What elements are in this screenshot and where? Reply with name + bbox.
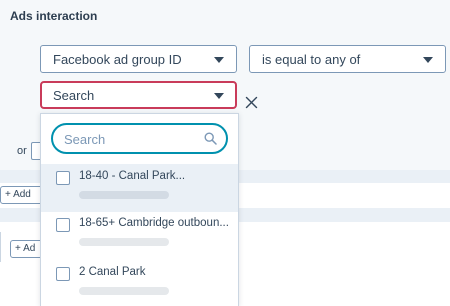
operator-select-value: is equal to any of (262, 52, 361, 67)
value-select[interactable]: Search (40, 81, 237, 109)
value-select-label: Search (53, 88, 95, 103)
option-label: 18-65+ Cambridge outboun... (79, 217, 229, 229)
search-input[interactable] (64, 130, 194, 148)
field-select[interactable]: Facebook ad group ID (40, 45, 237, 73)
or-label: or (17, 145, 27, 157)
option-subtext-placeholder (79, 287, 169, 295)
field-select-value: Facebook ad group ID (53, 52, 182, 67)
dropdown-option[interactable]: 18-40 - Canal Park... (41, 164, 238, 212)
option-checkbox[interactable] (56, 267, 70, 281)
caret-down-icon (214, 93, 224, 99)
option-subtext-placeholder (79, 238, 169, 246)
caret-down-icon (214, 57, 224, 63)
option-checkbox[interactable] (56, 171, 70, 185)
divider (0, 232, 1, 262)
dropdown-option[interactable]: 2 Canal Park (41, 260, 238, 306)
dropdown-search[interactable] (51, 123, 228, 154)
add-filter-group-button[interactable]: + Ad (10, 240, 44, 258)
caret-down-icon (423, 57, 433, 63)
section-title: Ads interaction (10, 9, 98, 23)
add-filter-button[interactable]: + Add (0, 186, 44, 204)
value-dropdown-menu: 18-40 - Canal Park... 18-65+ Cambridge o… (40, 113, 239, 306)
search-icon (204, 132, 217, 145)
option-label: 18-40 - Canal Park... (79, 170, 186, 182)
option-subtext-placeholder (79, 191, 169, 199)
close-icon[interactable] (245, 96, 258, 109)
operator-select[interactable]: is equal to any of (249, 45, 446, 73)
option-label: 2 Canal Park (79, 266, 146, 278)
dropdown-option[interactable]: 18-65+ Cambridge outboun... (41, 211, 238, 259)
option-checkbox[interactable] (56, 218, 70, 232)
